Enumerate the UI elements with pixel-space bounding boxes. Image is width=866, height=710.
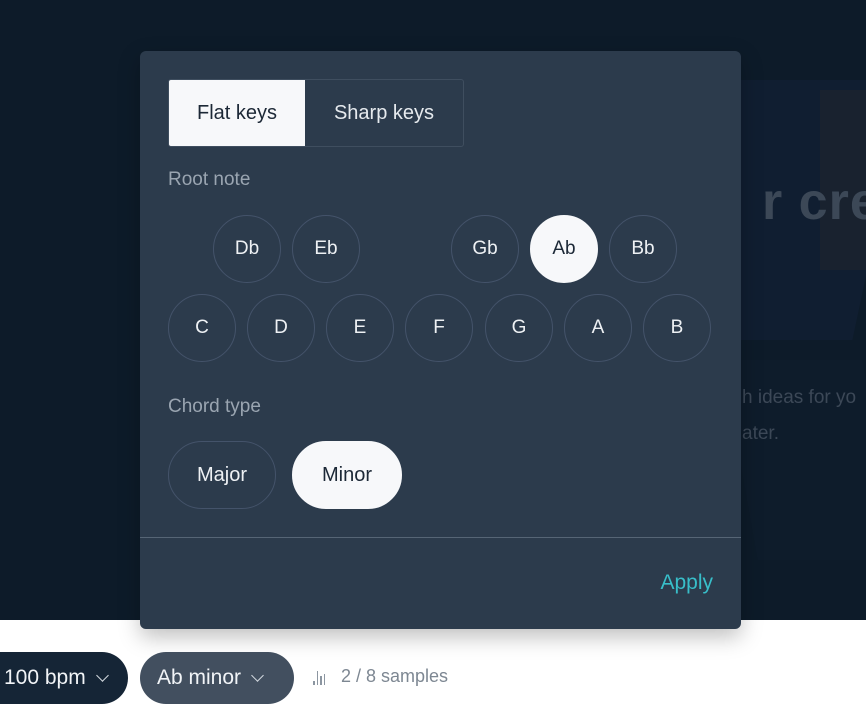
note-d-button[interactable]: D xyxy=(247,294,315,362)
tab-sharp-keys[interactable]: Sharp keys xyxy=(305,80,463,146)
divider xyxy=(140,537,741,538)
chevron-down-icon xyxy=(251,668,264,682)
note-e-button[interactable]: E xyxy=(326,294,394,362)
bar-chart-icon xyxy=(313,669,325,685)
tempo-label: 100 bpm xyxy=(4,666,86,689)
note-db-button[interactable]: Db xyxy=(213,215,281,283)
note-eb-button[interactable]: Eb xyxy=(292,215,360,283)
note-ab-button[interactable]: Ab xyxy=(530,215,598,283)
key-type-toggle: Flat keys Sharp keys xyxy=(168,79,464,147)
hero-subtitle-line: ater. xyxy=(742,423,779,444)
note-a-button[interactable]: A xyxy=(564,294,632,362)
note-f-button[interactable]: F xyxy=(405,294,473,362)
note-b-button[interactable]: B xyxy=(643,294,711,362)
root-note-label: Root note xyxy=(168,169,251,190)
note-g-button[interactable]: G xyxy=(485,294,553,362)
chord-minor-button[interactable]: Minor xyxy=(292,441,402,509)
key-dropdown[interactable]: Ab minor xyxy=(140,652,294,704)
key-label: Ab minor xyxy=(157,666,242,689)
samples-text: 2 / 8 samples xyxy=(341,666,449,686)
tempo-dropdown[interactable]: 100 bpm xyxy=(0,652,128,704)
hero-subtitle: h ideas for yo ater. xyxy=(742,380,856,452)
hero-subtitle-line: h ideas for yo xyxy=(742,387,857,408)
samples-count: 2 / 8 samples xyxy=(313,666,448,687)
hero-title: r cre xyxy=(762,173,866,231)
chord-type-label: Chord type xyxy=(168,396,261,417)
chord-major-button[interactable]: Major xyxy=(168,441,276,509)
chevron-down-icon xyxy=(95,668,109,682)
note-gb-button[interactable]: Gb xyxy=(451,215,519,283)
note-c-button[interactable]: C xyxy=(168,294,236,362)
note-bb-button[interactable]: Bb xyxy=(609,215,677,283)
tab-flat-keys[interactable]: Flat keys xyxy=(169,80,305,146)
apply-button[interactable]: Apply xyxy=(660,571,713,595)
key-picker-popover: Flat keys Sharp keys Root note Db Eb Gb … xyxy=(140,51,741,629)
